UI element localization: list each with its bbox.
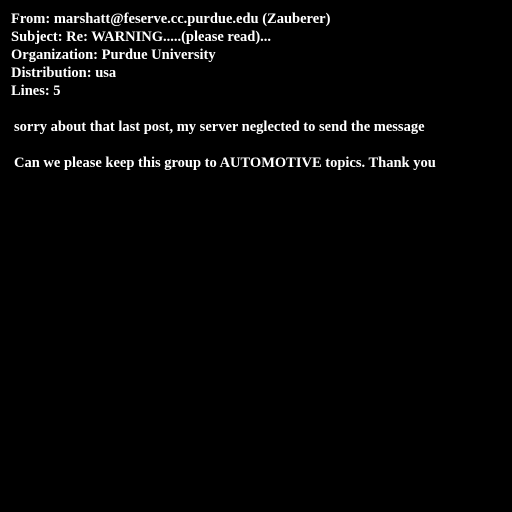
- message-body: sorry about that last post, my server ne…: [14, 118, 436, 190]
- from-header: From: marshatt@feserve.cc.purdue.edu (Za…: [11, 11, 331, 27]
- subject-header: Subject: Re: WARNING.....(please read)..…: [11, 29, 272, 45]
- distribution-header: Distribution: usa: [11, 65, 117, 81]
- lines-header: Lines: 5: [11, 83, 61, 99]
- body-paragraph-apology: sorry about that last post, my server ne…: [14, 119, 425, 135]
- organization-header: Organization: Purdue University: [11, 47, 216, 63]
- message-headers: From: marshatt@feserve.cc.purdue.edu (Za…: [11, 10, 330, 100]
- email-message-view: From: marshatt@feserve.cc.purdue.edu (Za…: [0, 0, 512, 512]
- body-paragraph-request: Can we please keep this group to AUTOMOT…: [14, 155, 436, 171]
